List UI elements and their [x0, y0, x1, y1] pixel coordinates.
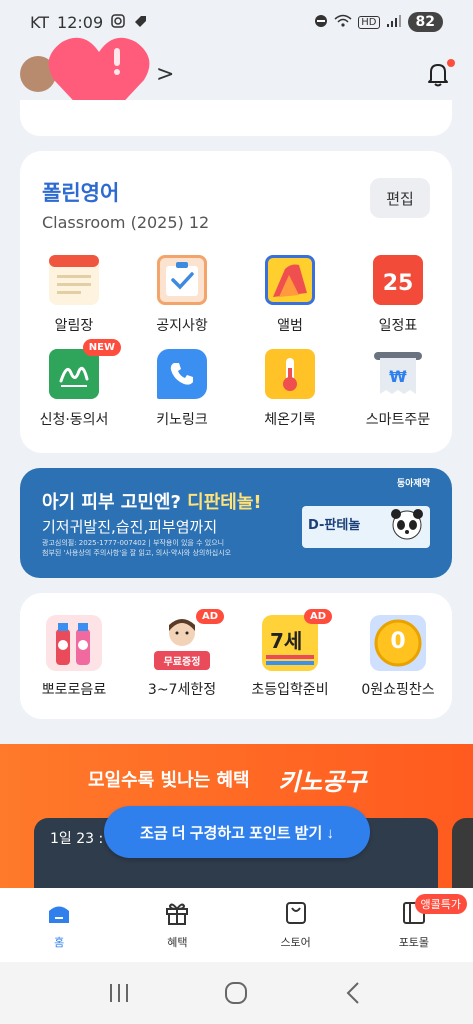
menu-item-label: 스마트주문 — [365, 412, 431, 428]
class-name[interactable]: 폴린영어 — [42, 177, 119, 207]
phone-icon — [157, 349, 207, 399]
shop-item-label: 0원쇼핑찬스 — [361, 682, 435, 698]
free-gift-tag: 무료증정 — [154, 651, 210, 670]
menu-item-label: 신청·동의서 — [39, 412, 109, 428]
gift-icon — [166, 903, 189, 925]
edit-button[interactable]: 편집 — [370, 178, 430, 218]
notification-bell-icon[interactable] — [423, 59, 455, 89]
shopping-card: 뽀로로음료 AD 무료증정 3~7세한정 7세 AD 초등입학준비 0 0원쇼핑… — [20, 593, 452, 719]
home-circle-icon — [225, 982, 248, 1004]
menu-item-announcements[interactable]: 공지사항 — [128, 255, 236, 335]
product-name: D-판테놀 — [308, 518, 361, 533]
tab-photo-mall[interactable]: 포토몰 앵콜특가 — [355, 888, 473, 962]
tab-label: 홈 — [54, 936, 65, 949]
promo-product-image-next[interactable] — [452, 818, 473, 890]
checklist-icon — [157, 255, 207, 305]
group-buy-promo[interactable]: 모일수록 빛나는 혜택 키노공구 1일 23 : 조금 더 구경하고 포인트 받… — [0, 744, 473, 890]
signature-icon: NEW — [49, 339, 121, 399]
tab-benefits[interactable]: 혜택 — [118, 888, 236, 962]
panda-icon — [391, 509, 423, 540]
ad-banner[interactable]: 동아제약 아기 피부 고민엔? 디판테놀! 기저귀발진,습진,피부염까지 광고심… — [20, 468, 452, 578]
calendar-date: 25 — [382, 270, 414, 296]
hd-icon: HD — [358, 15, 380, 29]
battery-indicator: 82 — [407, 12, 443, 32]
ad-badge: AD — [195, 609, 224, 624]
menu-item-kinolink[interactable]: 키노링크 — [128, 349, 236, 429]
new-badge: NEW — [82, 339, 121, 356]
class-subtitle: Classroom (2025) 12 — [42, 213, 210, 232]
promo-title: 모일수록 빛나는 혜택 — [88, 770, 250, 791]
dnd-icon — [314, 14, 328, 31]
menu-item-notice-book[interactable]: 알림장 — [20, 255, 128, 335]
promo-countdown: 1일 23 : — [50, 831, 104, 847]
tab-label: 혜택 — [167, 936, 188, 949]
age-7-tag: 7세 — [270, 629, 303, 653]
banner-title-highlight: 디판테놀! — [187, 492, 262, 513]
shopping-bag-icon — [285, 902, 306, 924]
banner-brand: 동아제약 — [396, 479, 430, 489]
banner-fineprint-2: 첨부된 '사용상의 주의사항'을 잘 읽고, 의사·약사와 상의하십시오 — [42, 549, 232, 557]
shopping-grid: 뽀로로음료 AD 무료증정 3~7세한정 7세 AD 초등입학준비 0 0원쇼핑… — [20, 609, 452, 699]
album-icon — [265, 255, 315, 305]
shop-item-label: 뽀로로음료 — [41, 682, 107, 698]
shop-item-pororo-drink[interactable]: 뽀로로음료 — [20, 615, 128, 699]
tab-home[interactable]: 홈 — [0, 888, 118, 962]
signal-icon — [386, 14, 402, 31]
product-image: D-판테놀 — [302, 506, 430, 548]
header-card-remnant — [20, 100, 452, 136]
receipt-icon: ₩ — [373, 349, 423, 399]
tab-label: 스토어 — [280, 936, 311, 949]
calendar-icon: 25 — [373, 255, 423, 305]
home-button[interactable] — [221, 978, 251, 1008]
menu-item-label: 체온기록 — [264, 412, 316, 428]
banner-fineprint-1: 광고심의필: 2025-1777-007402 | 부작용이 있을 수 있으니 — [42, 539, 225, 547]
menu-item-album[interactable]: 앨범 — [236, 255, 344, 335]
class-menu-grid: 알림장 공지사항 앨범 25 일정표 NEW 신청·동의서 키노링크 체온기록 … — [20, 255, 452, 429]
menu-item-label: 알림장 — [54, 318, 94, 334]
coin-icon: 0 — [370, 615, 426, 671]
shop-item-school-prep[interactable]: 7세 AD 초등입학준비 — [236, 609, 344, 699]
recent-apps-button[interactable] — [104, 978, 134, 1008]
get-points-button[interactable]: 조금 더 구경하고 포인트 받기 ↓ — [104, 806, 370, 858]
chevron-right-icon[interactable]: > — [156, 62, 174, 87]
book-icon: 7세 AD — [262, 609, 332, 671]
encore-sale-badge: 앵콜특가 — [414, 894, 467, 914]
menu-item-schedule[interactable]: 25 일정표 — [344, 255, 452, 335]
menu-item-label: 공지사항 — [156, 318, 208, 334]
wifi-icon — [334, 14, 352, 31]
tab-store[interactable]: 스토어 — [237, 888, 355, 962]
menu-item-label: 키노링크 — [156, 412, 208, 428]
class-card: 폴린영어 Classroom (2025) 12 편집 알림장 공지사항 앨범 … — [20, 151, 452, 453]
menu-item-consent-form[interactable]: NEW 신청·동의서 — [20, 339, 128, 429]
back-button[interactable] — [339, 978, 369, 1008]
menu-item-smart-order[interactable]: ₩ 스마트주문 — [344, 349, 452, 429]
notification-dot — [447, 59, 455, 67]
child-icon: AD 무료증정 — [154, 609, 224, 671]
system-navigation — [0, 962, 473, 1024]
ad-badge: AD — [303, 609, 332, 624]
recent-apps-icon — [109, 984, 128, 1002]
shop-item-label: 3~7세한정 — [147, 682, 217, 698]
svg-text:₩: ₩ — [389, 367, 407, 386]
coin-value: 0 — [390, 629, 406, 654]
promo-brand: 키노공구 — [278, 768, 367, 796]
bottom-navigation: 홈 혜택 스토어 포토몰 앵콜특가 — [0, 888, 473, 962]
notebook-icon — [49, 255, 99, 305]
banner-title-prefix: 아기 피부 고민엔? — [42, 492, 188, 513]
menu-item-label: 일정표 — [378, 318, 418, 334]
menu-item-temperature[interactable]: 체온기록 — [236, 349, 344, 429]
banner-subtitle: 기저귀발진,습진,피부염까지 — [42, 518, 218, 536]
banner-title: 아기 피부 고민엔? 디판테놀! — [42, 488, 262, 514]
thermometer-icon — [265, 349, 315, 399]
drink-icon — [46, 615, 102, 671]
tab-label: 포토몰 — [398, 936, 430, 949]
menu-item-label: 앨범 — [277, 318, 303, 334]
shop-item-label: 초등입학준비 — [251, 682, 329, 698]
home-icon — [49, 906, 70, 923]
back-chevron-icon — [346, 982, 359, 1004]
shop-item-zero-won[interactable]: 0 0원쇼핑찬스 — [344, 615, 452, 699]
shop-item-age-limited[interactable]: AD 무료증정 3~7세한정 — [128, 609, 236, 699]
